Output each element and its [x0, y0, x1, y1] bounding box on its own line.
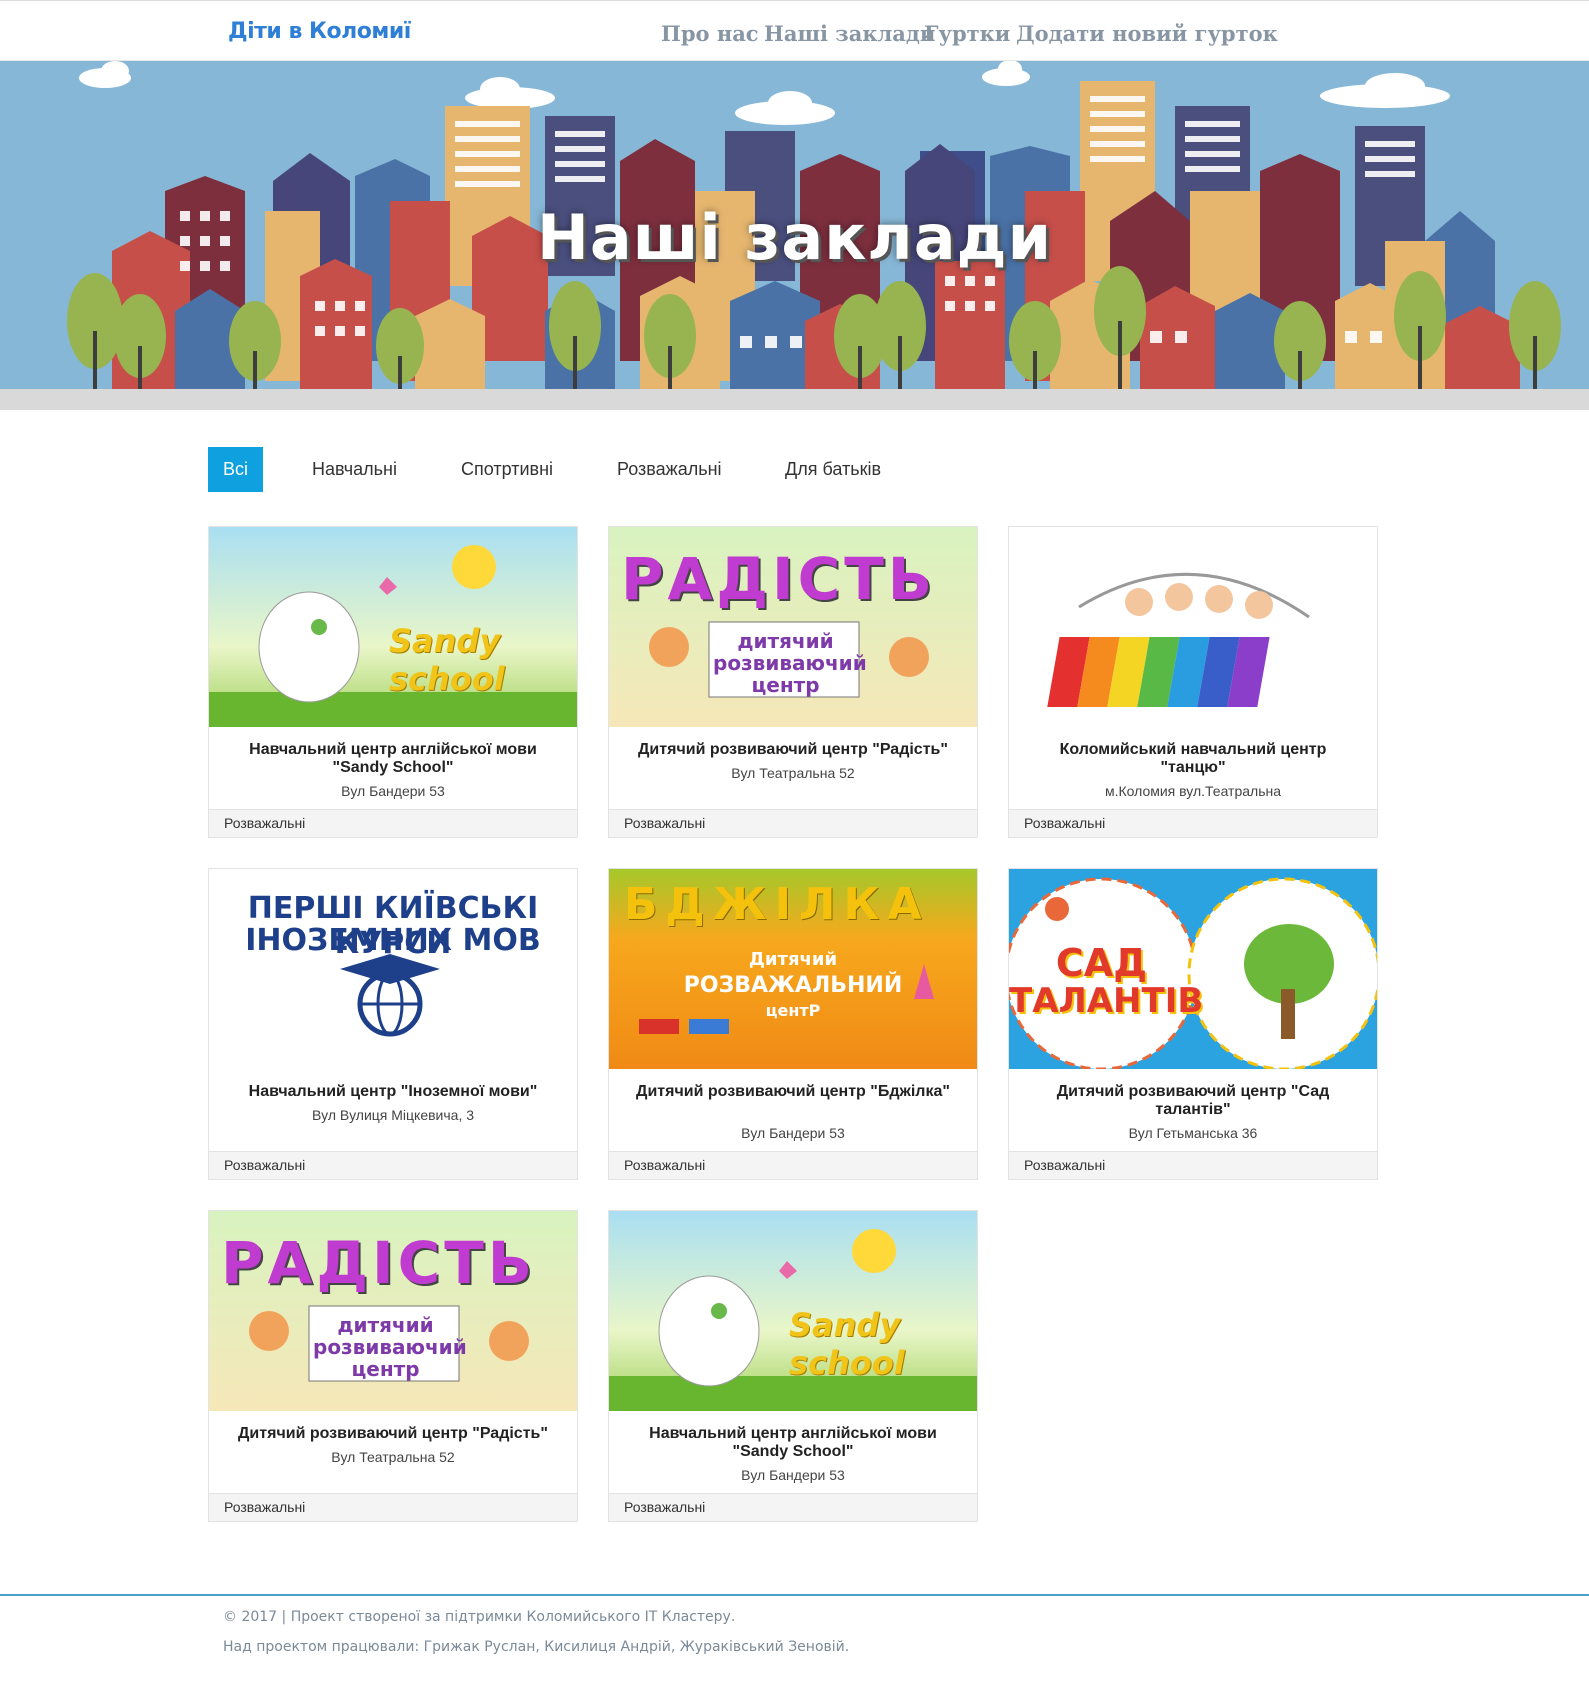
institution-card[interactable]: ПЕРШІ КИЇВСЬКІ КУРСИ ІНОЗЕМНИХ МОВ Навча… [208, 868, 578, 1180]
filter-tab-all[interactable]: Всі [208, 447, 264, 492]
card-address: Вул Театральна 52 [731, 765, 855, 781]
card-image: РАДІСТЬ дитячий розвиваючий центр [209, 1211, 577, 1411]
card-title: Коломийський навчальний центр "танцю" [1059, 741, 1327, 776]
card-image-subtext: центР [765, 1001, 821, 1020]
card-title: Дитячий розвиваючий центр "Радість" [638, 741, 948, 758]
card-image-subtext: дитячий розвиваючий центр [713, 629, 867, 697]
card-title: Навчальний центр англійської мови "Sandy… [649, 1425, 937, 1460]
hero-title: Наші заклади [536, 201, 1053, 274]
card-address: Вул Гетьманська 36 [1128, 1125, 1258, 1141]
card-category: Розважальні [209, 1493, 577, 1521]
footer-divider [0, 1594, 1589, 1596]
institution-card[interactable]: Sandy school Навчальний центр англійсько… [208, 526, 578, 838]
card-image: ПЕРШІ КИЇВСЬКІ КУРСИ ІНОЗЕМНИХ МОВ [209, 869, 577, 1069]
institution-card[interactable]: САД ТАЛАНТІВ Дитячий розвиваючий центр "… [1008, 868, 1378, 1180]
card-title: Дитячий розвиваючий центр "Сад талантів" [1056, 1083, 1330, 1118]
card-category: Розважальні [609, 1151, 977, 1179]
card-category: Розважальні [209, 1151, 577, 1179]
footer-copyright: © 2017 | Проект створеної за підтримки К… [223, 1609, 736, 1625]
card-title: Навчальний центр англійської мови "Sandy… [249, 741, 537, 776]
card-image-text: РАДІСТЬ [221, 1229, 536, 1297]
hero-banner: Наші заклади [0, 61, 1589, 410]
institution-card[interactable]: БДЖІЛКА Дитячий РОЗВАЖАЛЬНИЙ центР Дитяч… [608, 868, 978, 1180]
card-title: Навчальний центр "Іноземної мови" [248, 1083, 538, 1100]
nav-clubs[interactable]: Гуртки [924, 21, 1010, 46]
institution-card[interactable]: РАДІСТЬ дитячий розвиваючий центр Дитячи… [608, 526, 978, 838]
institution-card[interactable]: Коломийський навчальний центр "танцю" м.… [1008, 526, 1378, 838]
card-category: Розважальні [209, 809, 577, 837]
institution-card[interactable]: РАДІСТЬ дитячий розвиваючий центр Дитячи… [208, 1210, 578, 1522]
card-image: Sandy school [609, 1211, 977, 1411]
card-title: Дитячий розвиваючий центр "Радість" [238, 1425, 548, 1442]
card-image-subtext: ІНОЗЕМНИХ МОВ [245, 923, 541, 958]
card-title: Дитячий розвиваючий центр "Бджілка" [636, 1083, 950, 1100]
card-image-text: Sandy school [789, 1306, 905, 1382]
card-address: м.Коломия вул.Театральна [1104, 783, 1282, 799]
nav-add-club[interactable]: Додати новий гурток [1016, 21, 1278, 46]
nav-our-institutions[interactable]: Наші заклади [764, 21, 935, 46]
card-image [1009, 527, 1377, 727]
card-image-text: БДЖІЛКА [624, 879, 930, 930]
filter-tab-educational[interactable]: Навчальні [312, 447, 397, 492]
card-image-text: САД [1055, 941, 1148, 985]
card-image-subtext: ТАЛАНТІВ [1009, 981, 1204, 1021]
site-logo[interactable]: Діти в Коломиї [228, 19, 411, 44]
card-address: Вул Вулиця Міцкевича, 3 [311, 1107, 475, 1123]
nav-about[interactable]: Про нас [661, 21, 759, 46]
card-image: БДЖІЛКА Дитячий РОЗВАЖАЛЬНИЙ центР [609, 869, 977, 1069]
card-category: Розважальні [609, 1493, 977, 1521]
top-navbar: Діти в Коломиї Про нас Наші заклади Гурт… [0, 0, 1589, 61]
card-image-subtext: Дитячий [748, 949, 838, 970]
filter-tab-parents[interactable]: Для батьків [785, 447, 881, 492]
footer-credits: Над проектом працювали: Грижак Руслан, К… [223, 1639, 850, 1655]
filter-tab-entertainment[interactable]: Розважальні [617, 447, 722, 492]
card-image: РАДІСТЬ дитячий розвиваючий центр [609, 527, 977, 727]
card-image-text: Sandy school [389, 622, 505, 698]
card-category: Розважальні [1009, 1151, 1377, 1179]
card-image: Sandy school [209, 527, 577, 727]
card-address: Вул Бандери 53 [741, 1467, 845, 1483]
card-category: Розважальні [609, 809, 977, 837]
card-image-subtext: РОЗВАЖАЛЬНИЙ [683, 973, 903, 998]
filter-tab-sports[interactable]: Спотртивні [461, 447, 553, 492]
card-image: САД ТАЛАНТІВ [1009, 869, 1377, 1069]
card-image-text: РАДІСТЬ [621, 545, 936, 613]
card-image-subtext: дитячий розвиваючий центр [313, 1313, 467, 1381]
card-category: Розважальні [1009, 809, 1377, 837]
card-address: Вул Театральна 52 [331, 1449, 455, 1465]
institution-card[interactable]: Sandy school Навчальний центр англійсько… [608, 1210, 978, 1522]
card-address: Вул Бандери 53 [341, 783, 445, 799]
card-address: Вул Бандери 53 [741, 1125, 845, 1141]
